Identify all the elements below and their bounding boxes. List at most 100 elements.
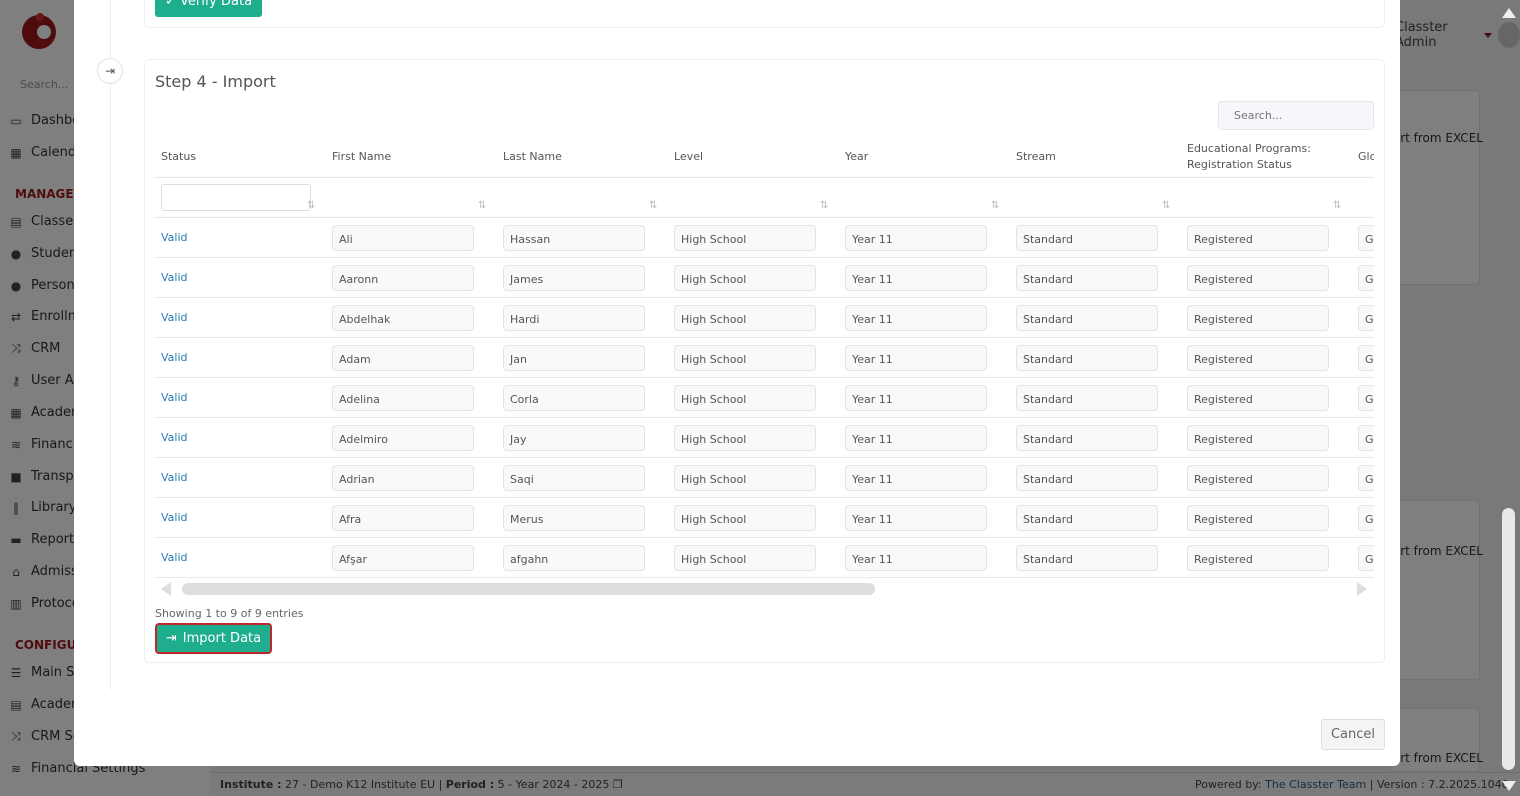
scroll-down-arrow[interactable] [1502,781,1516,791]
cell-input[interactable]: Adelmiro [332,425,474,451]
cell-input[interactable]: Standard [1016,425,1158,451]
sort-icon[interactable]: ⇅ [307,200,315,211]
status-filter-input[interactable] [161,184,311,211]
column-header[interactable]: Year [839,136,1010,178]
status-valid: Valid [161,551,188,564]
column-header[interactable]: Glo [1352,136,1374,178]
sort-icon[interactable]: ⇅ [991,200,999,211]
cell-input[interactable]: Year 11 [845,425,987,451]
cancel-button[interactable]: Cancel [1321,719,1385,750]
cell-input[interactable]: Registered [1187,225,1329,251]
cell-input[interactable]: Aaronn [332,265,474,291]
import-modal: ⇥ ✓ Verify Data Step 4 - Import StatusFi… [74,0,1400,766]
cell-input[interactable]: Year 11 [845,265,987,291]
cell-input[interactable]: Jan [503,345,645,371]
table-row: Valid Adelina Corla High School Year 11 Stand… [155,378,1374,418]
step-title: Step 4 - Import [155,72,276,91]
table-row: Valid Adelmiro Jay High School Year 11 Standa… [155,418,1374,458]
column-header[interactable]: Stream [1010,136,1181,178]
table-header: Status First Name Last Name Level Year Stream… [155,136,1374,178]
table-search-input[interactable] [1218,101,1374,130]
sort-icon[interactable]: ⇅ [478,200,486,211]
cell-input[interactable]: Saqi [503,465,645,491]
cell-input[interactable]: Standard [1016,305,1158,331]
cell-input[interactable]: Registered [1187,305,1329,331]
column-header[interactable]: Level [668,136,839,178]
cell-input[interactable]: Gl [1358,385,1374,411]
cell-input[interactable]: Gl [1358,425,1374,451]
sort-icon[interactable]: ⇅ [1333,200,1341,211]
cell-input[interactable]: Registered [1187,425,1329,451]
cell-input[interactable]: High School [674,385,816,411]
cell-input[interactable]: Standard [1016,265,1158,291]
horizontal-scrollbar[interactable] [182,583,875,595]
cell-input[interactable]: Gl [1358,465,1374,491]
cell-input[interactable]: Year 11 [845,345,987,371]
cell-input[interactable]: Registered [1187,345,1329,371]
cell-input[interactable]: Standard [1016,345,1158,371]
cell-input[interactable]: Hassan [503,225,645,251]
cell-input[interactable]: High School [674,425,816,451]
cell-input[interactable]: Corla [503,385,645,411]
cell-input[interactable]: Year 11 [845,225,987,251]
page-scrollbar[interactable] [1502,508,1515,770]
scroll-up-arrow[interactable] [1502,8,1516,18]
cell-input[interactable]: Standard [1016,545,1158,571]
column-header[interactable]: First Name [326,136,497,178]
cell-input[interactable]: Jay [503,425,645,451]
cell-input[interactable]: Registered [1187,385,1329,411]
column-header[interactable]: Status [155,136,326,178]
cell-input[interactable]: High School [674,225,816,251]
cell-input[interactable]: High School [674,265,816,291]
cell-input[interactable]: High School [674,545,816,571]
scroll-right-arrow[interactable] [1357,582,1367,596]
cell-input[interactable]: Afra [332,505,474,531]
cell-input[interactable]: afgahn [503,545,645,571]
cell-input[interactable]: Year 11 [845,545,987,571]
cell-input[interactable]: Abdelhak [332,305,474,331]
cell-input[interactable]: Year 11 [845,305,987,331]
status-valid: Valid [161,311,188,324]
cell-input[interactable]: Registered [1187,265,1329,291]
sort-icon[interactable]: ⇅ [649,200,657,211]
cell-input[interactable]: Year 11 [845,465,987,491]
cell-input[interactable]: Gl [1358,225,1374,251]
cell-input[interactable]: Gl [1358,305,1374,331]
cell-input[interactable]: Adrian [332,465,474,491]
cell-input[interactable]: High School [674,305,816,331]
cell-input[interactable]: Gl [1358,545,1374,571]
cell-input[interactable]: Gl [1358,265,1374,291]
table-row: Valid Adam Jan High School Year 11 Standard Re… [155,338,1374,378]
cell-input[interactable]: Registered [1187,505,1329,531]
sort-icon[interactable]: ⇅ [1162,200,1170,211]
cell-input[interactable]: Year 11 [845,385,987,411]
sort-icon[interactable]: ⇅ [820,200,828,211]
cell-input[interactable]: Afşar [332,545,474,571]
verify-data-button[interactable]: ✓ Verify Data [155,0,262,17]
table-row: Valid Afra Merus High School Year 11 Standard… [155,498,1374,538]
cell-input[interactable]: Standard [1016,385,1158,411]
cell-input[interactable]: High School [674,345,816,371]
cell-input[interactable]: Registered [1187,465,1329,491]
cell-input[interactable]: Merus [503,505,645,531]
cell-input[interactable]: Adam [332,345,474,371]
table-row: Valid Adrian Saqi High School Year 11 Standar… [155,458,1374,498]
cell-input[interactable]: Registered [1187,545,1329,571]
cell-input[interactable]: Standard [1016,505,1158,531]
cell-input[interactable]: High School [674,505,816,531]
import-data-button[interactable]: ⇥ Import Data [155,623,272,654]
cell-input[interactable]: Year 11 [845,505,987,531]
cell-input[interactable]: Standard [1016,225,1158,251]
scroll-left-arrow[interactable] [161,582,171,596]
column-header[interactable]: Last Name [497,136,668,178]
cell-input[interactable]: Adelina [332,385,474,411]
cell-input[interactable]: James [503,265,645,291]
cell-input[interactable]: Gl [1358,505,1374,531]
cell-input[interactable]: Hardi [503,305,645,331]
table-row: Valid Afşar afgahn High School Year 11 Standa… [155,538,1374,578]
column-header[interactable]: Educational Programs: Registration Statu… [1181,136,1311,178]
cell-input[interactable]: Ali [332,225,474,251]
cell-input[interactable]: Standard [1016,465,1158,491]
cell-input[interactable]: High School [674,465,816,491]
cell-input[interactable]: Gl [1358,345,1374,371]
